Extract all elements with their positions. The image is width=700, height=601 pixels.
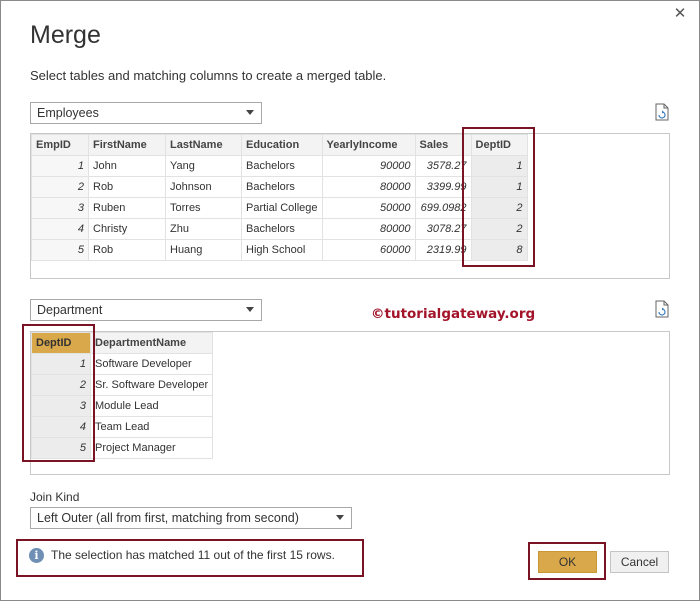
join-kind-dropdown-value: Left Outer (all from first, matching fro… — [37, 511, 299, 525]
cell: High School — [241, 239, 323, 261]
cell: John — [88, 155, 166, 177]
column-header-sales[interactable]: Sales — [414, 134, 472, 156]
first-table-dropdown-value: Employees — [37, 106, 99, 120]
ok-button[interactable]: OK — [538, 551, 597, 573]
cell: 90000 — [321, 155, 416, 177]
cell: 60000 — [321, 239, 416, 261]
table-row: 1 John Yang Bachelors 90000 3578.27 1 — [31, 155, 528, 177]
refresh-preview-icon[interactable] — [654, 300, 670, 318]
cell: 8 — [470, 239, 528, 261]
chevron-down-icon — [246, 307, 254, 312]
cell: 5 — [31, 239, 89, 261]
table-row: 4 Christy Zhu Bachelors 80000 3078.27 2 — [31, 218, 528, 240]
cell: 2319.99 — [414, 239, 472, 261]
dialog-title: Merge — [30, 21, 101, 49]
second-table-preview: DeptID DepartmentName 1 Software Develop… — [30, 331, 670, 475]
cell: Module Lead — [89, 395, 214, 417]
cell: Partial College — [241, 197, 323, 219]
cell: Ruben — [88, 197, 166, 219]
cell: 2 — [470, 197, 528, 219]
cell: Bachelors — [241, 176, 323, 198]
watermark: ©tutorialgateway.org — [371, 306, 536, 322]
cell: Johnson — [165, 176, 242, 198]
second-table-dropdown-value: Department — [37, 303, 103, 317]
cell: Bachelors — [241, 155, 323, 177]
column-header-firstname[interactable]: FirstName — [88, 134, 166, 156]
match-status-text: The selection has matched 11 out of the … — [51, 548, 335, 562]
dialog-subtitle: Select tables and matching columns to cr… — [30, 68, 387, 83]
second-table-grid: DeptID DepartmentName 1 Software Develop… — [31, 332, 214, 459]
cell: 3399.99 — [414, 176, 472, 198]
cell: 1 — [470, 155, 528, 177]
table-row: 2 Rob Johnson Bachelors 80000 3399.99 1 — [31, 176, 528, 198]
table-row: 4 Team Lead — [31, 416, 214, 438]
cell: 1 — [470, 176, 528, 198]
cell: Zhu — [165, 218, 242, 240]
column-header-lastname[interactable]: LastName — [165, 134, 242, 156]
cell: Christy — [88, 218, 166, 240]
cell: 2 — [31, 374, 91, 396]
merge-dialog: ✕ Merge Select tables and matching colum… — [0, 0, 700, 601]
column-header-education[interactable]: Education — [241, 134, 323, 156]
cell: 699.0982 — [414, 197, 472, 219]
cell: 80000 — [321, 218, 416, 240]
cell: 4 — [31, 416, 91, 438]
cell: 1 — [31, 353, 91, 375]
cell: Sr. Software Developer — [89, 374, 214, 396]
cancel-button[interactable]: Cancel — [610, 551, 669, 573]
cell: Rob — [88, 176, 166, 198]
first-table-grid: EmpID FirstName LastName Education Yearl… — [31, 134, 528, 261]
cell: Project Manager — [89, 437, 214, 459]
column-header-deptid[interactable]: DeptID — [470, 134, 528, 156]
cell: 80000 — [321, 176, 416, 198]
column-header-departmentname[interactable]: DepartmentName — [89, 332, 214, 354]
cell: Torres — [165, 197, 242, 219]
column-header-yearlyincome[interactable]: YearlyIncome — [321, 134, 416, 156]
cell: Software Developer — [89, 353, 214, 375]
cell: Huang — [165, 239, 242, 261]
cell: 4 — [31, 218, 89, 240]
column-header-deptid-selected[interactable]: DeptID — [31, 332, 91, 354]
table-row: 3 Ruben Torres Partial College 50000 699… — [31, 197, 528, 219]
cell: Yang — [165, 155, 242, 177]
cell: Bachelors — [241, 218, 323, 240]
table-row: 5 Project Manager — [31, 437, 214, 459]
cell: 1 — [31, 155, 89, 177]
table-row: 3 Module Lead — [31, 395, 214, 417]
refresh-preview-icon[interactable] — [654, 103, 670, 121]
join-kind-dropdown[interactable]: Left Outer (all from first, matching fro… — [30, 507, 352, 529]
second-table-dropdown[interactable]: Department — [30, 299, 262, 321]
cell: 2 — [31, 176, 89, 198]
cell: 3 — [31, 197, 89, 219]
cell: 2 — [470, 218, 528, 240]
cell: Team Lead — [89, 416, 214, 438]
column-header-empid[interactable]: EmpID — [31, 134, 89, 156]
cell: 3078.27 — [414, 218, 472, 240]
table-row: 2 Sr. Software Developer — [31, 374, 214, 396]
table-row: 5 Rob Huang High School 60000 2319.99 8 — [31, 239, 528, 261]
table-row: 1 Software Developer — [31, 353, 214, 375]
cell: 50000 — [321, 197, 416, 219]
chevron-down-icon — [336, 515, 344, 520]
first-table-preview: EmpID FirstName LastName Education Yearl… — [30, 133, 670, 279]
info-icon: i — [29, 547, 44, 563]
match-status: i The selection has matched 11 out of th… — [29, 547, 335, 563]
join-kind-label: Join Kind — [30, 490, 80, 504]
cell: 3 — [31, 395, 91, 417]
cell: 5 — [31, 437, 91, 459]
close-icon[interactable]: ✕ — [671, 5, 689, 23]
cell: Rob — [88, 239, 166, 261]
first-table-dropdown[interactable]: Employees — [30, 102, 262, 124]
cell: 3578.27 — [414, 155, 472, 177]
chevron-down-icon — [246, 110, 254, 115]
